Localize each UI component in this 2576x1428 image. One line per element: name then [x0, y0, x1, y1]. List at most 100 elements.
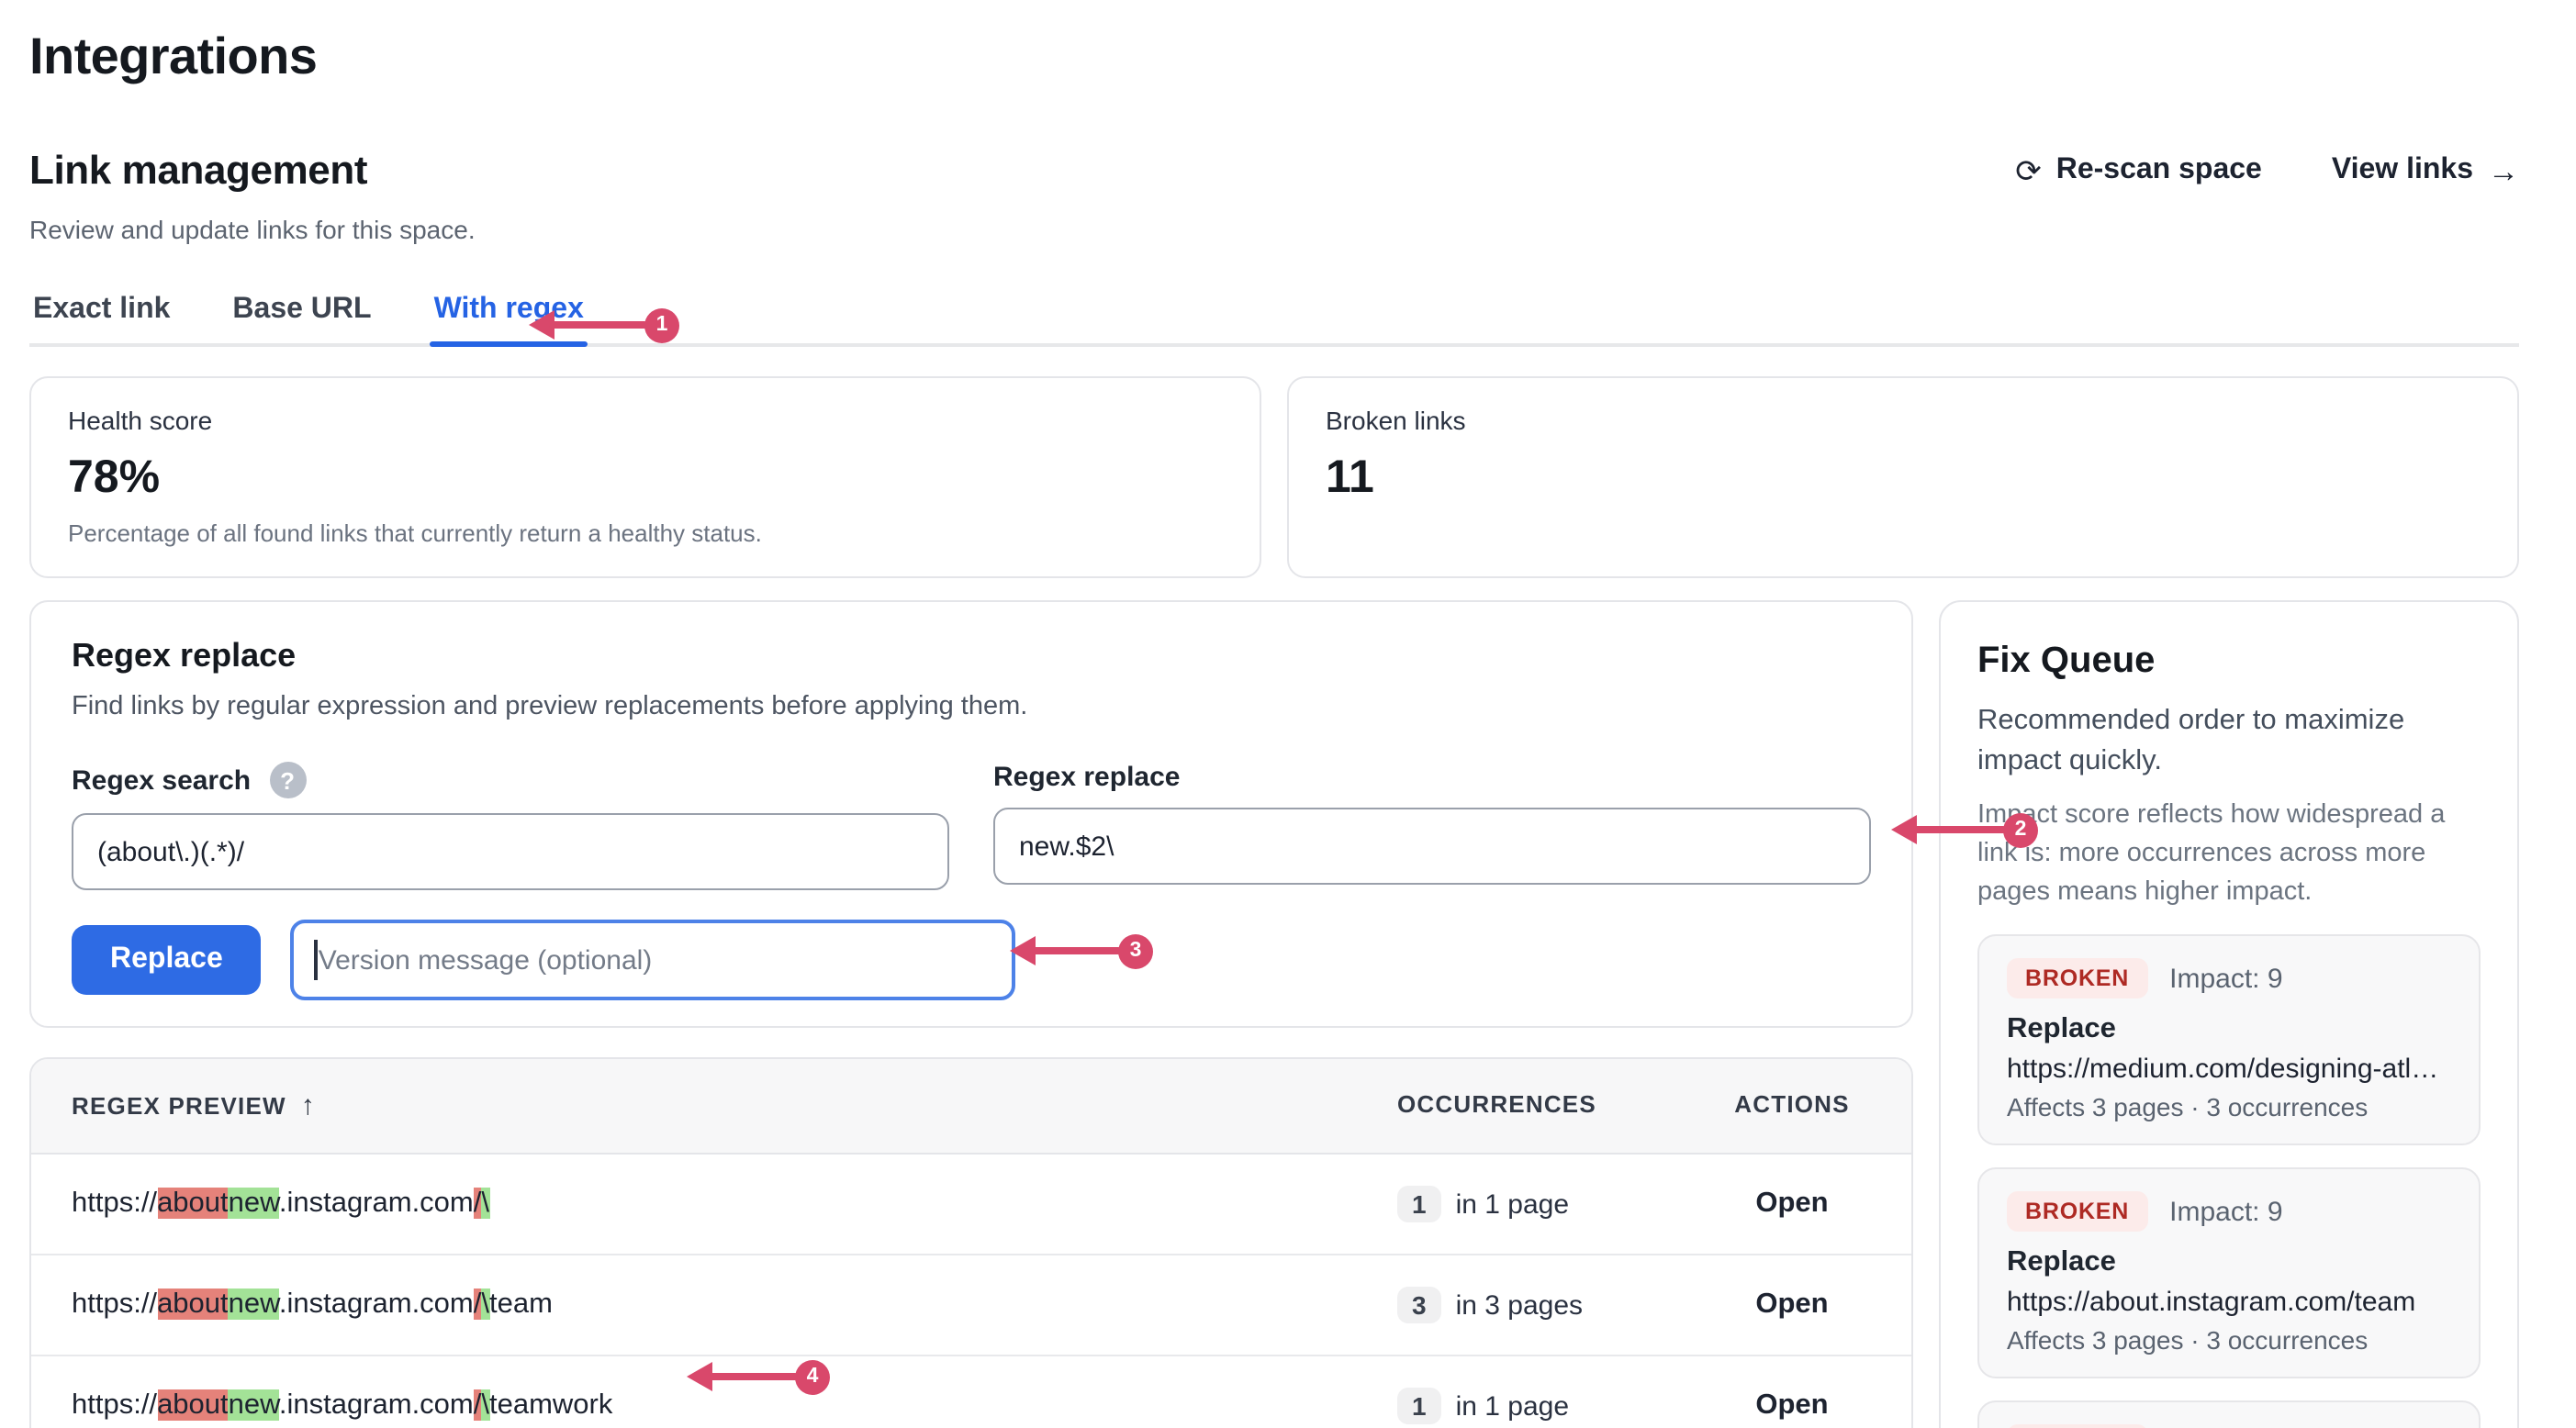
table-row: https://aboutnew.instagram.com/\teamwork… [31, 1356, 1911, 1428]
fix-queue-title: Fix Queue [1977, 639, 2481, 683]
fix-target-url: https://medium.com/designing-atlass... [2007, 1054, 2451, 1085]
fix-meta-text: Affects 3 pages · 3 occurrences [2007, 1325, 2451, 1355]
removed-text-highlight: about [157, 1289, 229, 1320]
view-links-label: View links [2332, 154, 2473, 187]
regex-preview-url: https://aboutnew.instagram.com/\teamwork [31, 1389, 1397, 1422]
occurrence-text: in 1 page [1456, 1390, 1569, 1422]
url-text: teamwork [489, 1389, 612, 1421]
broken-status-badge: BROKEN [2007, 1191, 2147, 1232]
regex-replace-panel: Regex replace Find links by regular expr… [29, 600, 1913, 1028]
fix-meta-text: Affects 3 pages · 3 occurrences [2007, 1092, 2451, 1121]
arrow-right-icon: → [2488, 155, 2519, 186]
regex-replace-field-group: Regex replace [993, 762, 1871, 890]
tab-base-url[interactable]: Base URL [229, 294, 375, 343]
fix-target-url: https://about.instagram.com/team [2007, 1287, 2451, 1318]
tab-bar: Exact link Base URL With regex [29, 294, 2519, 347]
column-header-actions: ACTIONS [1673, 1059, 1911, 1153]
url-text: https:// [72, 1188, 157, 1219]
refresh-icon: ⟳ [2015, 155, 2042, 186]
occurrence-count-badge: 1 [1397, 1388, 1441, 1424]
replace-button[interactable]: Replace [72, 925, 262, 995]
fix-queue-note: Impact score reflects how widespread a l… [1977, 797, 2481, 912]
regex-search-label: Regex search [72, 764, 251, 796]
url-text: https:// [72, 1389, 157, 1421]
fix-queue-subtitle: Recommended order to maximize impact qui… [1977, 701, 2481, 782]
stat-label: Broken links [1326, 406, 2481, 437]
table-header-row: REGEX PREVIEW ↑ OCCURRENCES ACTIONS [31, 1059, 1911, 1155]
regex-preview-header-label: REGEX PREVIEW [72, 1092, 286, 1120]
removed-text-highlight: about [157, 1188, 229, 1219]
fix-queue-card-list: BROKEN Impact: 9 Replace https://medium.… [1977, 934, 2481, 1428]
fix-action-label: Replace [2007, 1246, 2451, 1279]
added-text-highlight: \ [481, 1188, 489, 1219]
fix-queue-card[interactable]: BROKEN Impact: 9 Replace https://about.i… [1977, 1167, 2481, 1378]
header-actions: ⟳ Re-scan space View links → [2015, 154, 2519, 187]
rescan-space-button[interactable]: ⟳ Re-scan space [2015, 154, 2262, 187]
section-subtitle: Review and update links for this space. [29, 213, 2519, 246]
stat-label: Health score [68, 406, 1223, 437]
occurrences-cell: 1 in 1 page [1397, 1388, 1673, 1424]
added-text-highlight: new [229, 1188, 279, 1219]
version-message-input[interactable] [291, 920, 1016, 1000]
regex-replace-input[interactable] [993, 808, 1871, 885]
impact-score: Impact: 9 [2169, 963, 2282, 994]
table-body: https://aboutnew.instagram.com/\ 1 in 1 … [31, 1155, 1911, 1428]
stats-row: Health score 78% Percentage of all found… [29, 376, 2519, 578]
open-link[interactable]: Open [1673, 1389, 1911, 1422]
page-title: Integrations [29, 26, 2519, 88]
tab-exact-link[interactable]: Exact link [29, 294, 174, 343]
regex-replace-description: Find links by regular expression and pre… [72, 690, 1871, 725]
added-text-highlight: new [229, 1389, 279, 1421]
regex-search-input[interactable] [72, 813, 949, 890]
health-score-card: Health score 78% Percentage of all found… [29, 376, 1261, 578]
tab-label: Base URL [232, 294, 371, 325]
url-text: team [489, 1289, 553, 1320]
column-header-occurrences: OCCURRENCES [1397, 1059, 1673, 1153]
impact-score: Impact: 9 [2169, 1196, 2282, 1227]
broken-status-badge: BROKEN [2007, 958, 2147, 998]
fix-action-label: Replace [2007, 1013, 2451, 1046]
occurrences-cell: 1 in 1 page [1397, 1186, 1673, 1222]
version-message-wrapper [291, 920, 1016, 1000]
url-text: .instagram.com [279, 1289, 474, 1320]
regex-preview-url: https://aboutnew.instagram.com/\ [31, 1188, 1397, 1221]
fix-queue-card[interactable]: BROKEN Impact: 9 [1977, 1400, 2481, 1428]
section-title: Link management [29, 147, 367, 195]
added-text-highlight: new [229, 1289, 279, 1320]
fix-queue-card[interactable]: BROKEN Impact: 9 Replace https://medium.… [1977, 934, 2481, 1145]
broken-status-badge: BROKEN [2007, 1424, 2147, 1428]
url-text: .instagram.com [279, 1188, 474, 1219]
removed-text-highlight: about [157, 1389, 229, 1421]
regex-replace-label: Regex replace [993, 762, 1180, 793]
help-icon[interactable]: ? [269, 762, 306, 798]
view-links-button[interactable]: View links → [2332, 154, 2519, 187]
url-text: .instagram.com [279, 1389, 474, 1421]
broken-links-card: Broken links 11 [1287, 376, 2519, 578]
sort-ascending-icon: ↑ [301, 1090, 316, 1121]
stat-value: 11 [1326, 452, 2481, 503]
stat-description: Percentage of all found links that curre… [68, 518, 1223, 549]
regex-replace-title: Regex replace [72, 635, 1871, 675]
regex-search-field-group: Regex search ? [72, 762, 949, 890]
occurrence-text: in 1 page [1456, 1188, 1569, 1220]
occurrence-count-badge: 1 [1397, 1186, 1441, 1222]
section-header: Link management ⟳ Re-scan space View lin… [29, 147, 2519, 195]
tab-label: With regex [434, 294, 584, 325]
tab-with-regex[interactable]: With regex [431, 294, 588, 343]
open-link[interactable]: Open [1673, 1188, 1911, 1221]
rescan-space-label: Re-scan space [2056, 154, 2262, 187]
added-text-highlight: \ [481, 1289, 489, 1320]
regex-preview-url: https://aboutnew.instagram.com/\team [31, 1289, 1397, 1322]
column-header-regex-preview[interactable]: REGEX PREVIEW ↑ [31, 1059, 1397, 1153]
tab-label: Exact link [33, 294, 170, 325]
url-text: https:// [72, 1289, 157, 1320]
table-row: https://aboutnew.instagram.com/\ 1 in 1 … [31, 1155, 1911, 1255]
stat-value: 78% [68, 452, 1223, 503]
text-cursor [315, 940, 318, 980]
main-column: Regex replace Find links by regular expr… [29, 600, 1913, 1428]
open-link[interactable]: Open [1673, 1289, 1911, 1322]
added-text-highlight: \ [481, 1389, 489, 1421]
fix-queue-panel: Fix Queue Recommended order to maximize … [1939, 600, 2519, 1428]
occurrence-text: in 3 pages [1456, 1289, 1583, 1321]
occurrences-cell: 3 in 3 pages [1397, 1287, 1673, 1323]
